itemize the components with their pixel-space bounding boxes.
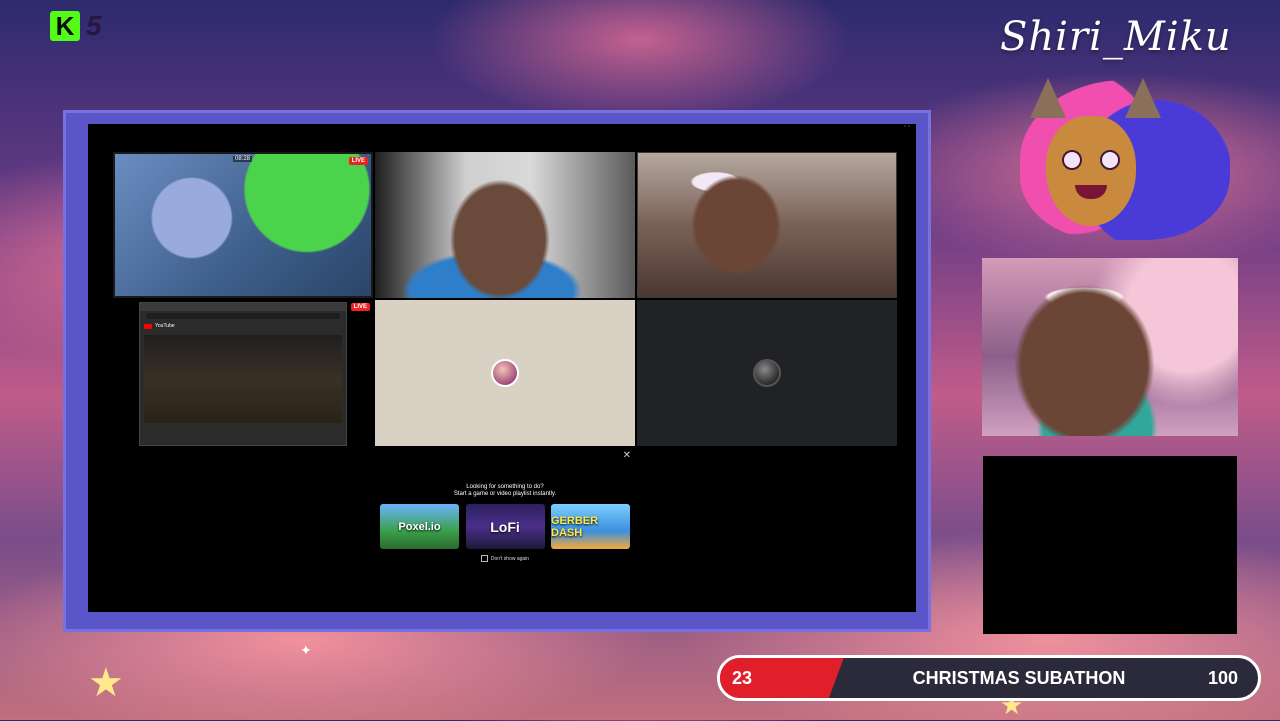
streamer-avatar-illustration [990,60,1230,250]
browser-window: YouTube [139,302,347,446]
close-icon[interactable]: ✕ [623,450,631,461]
subathon-goal-count: 100 [1207,668,1238,688]
avatar [491,359,519,387]
checkbox-icon[interactable] [480,555,488,562]
youtube-logo-icon [144,323,152,329]
activity-cards: Poxel.io LoFi GERBER DASH [380,504,630,549]
kick-logo-mark: K [50,11,80,41]
youtube-site-name: YouTube [155,323,175,329]
game-timer: 08:28 [233,156,253,162]
empty-overlay-panel [983,456,1237,634]
window-controls[interactable]: ▫ ▫ [904,124,910,130]
browser-tab-bar[interactable] [140,303,346,311]
participant-tile-avatar-1[interactable] [375,300,635,446]
live-badge: LIVE [348,157,368,165]
participant-camera-2[interactable] [637,152,897,298]
live-badge: LIVE [350,303,370,311]
avatar [753,359,781,387]
video-player[interactable] [144,335,342,423]
streamer-name: Shiri_Miku [1000,14,1232,60]
activity-card-poxel[interactable]: Poxel.io [380,504,459,549]
suggestions-title: Looking for something to do? Start a gam… [375,484,635,498]
screen-share-tile[interactable]: LIVE YouTube [113,300,373,446]
subathon-title: CHRISTMAS SUBATHON [912,668,1126,688]
streamer-webcam [982,258,1238,436]
activity-card-lofi[interactable]: LoFi [465,504,545,549]
game-stream-tile[interactable]: 08:28 LIVE [113,152,373,298]
subathon-progress-bar: 23 CHRISTMAS SUBATHON 100 [717,655,1261,701]
kick-logo-count: 5 [86,10,102,41]
kick-logo: K 5 [50,10,102,42]
participant-tile-avatar-2[interactable] [637,300,897,446]
suggestions-title-line1: Looking for something to do? [466,484,544,490]
star-icon: ✦ [300,642,312,658]
star-icon: ★ [88,661,124,705]
participant-camera-1[interactable] [375,152,635,298]
activity-suggestions-panel: ✕ Looking for something to do? Start a g… [375,448,635,594]
dont-show-again-option[interactable]: Don't show again [375,555,635,562]
activity-card-gerber-dash[interactable]: GERBER DASH [551,504,630,549]
suggestions-title-line2: Start a game or video playlist instantly… [453,491,557,497]
call-screen: ▫ ▫ 08:28 LIVE LIVE YouTube ✕ Looking fo… [88,124,916,612]
youtube-header: YouTube [140,321,346,331]
browser-address-bar[interactable] [146,313,340,319]
dont-show-again-label: Don't show again [490,555,530,562]
